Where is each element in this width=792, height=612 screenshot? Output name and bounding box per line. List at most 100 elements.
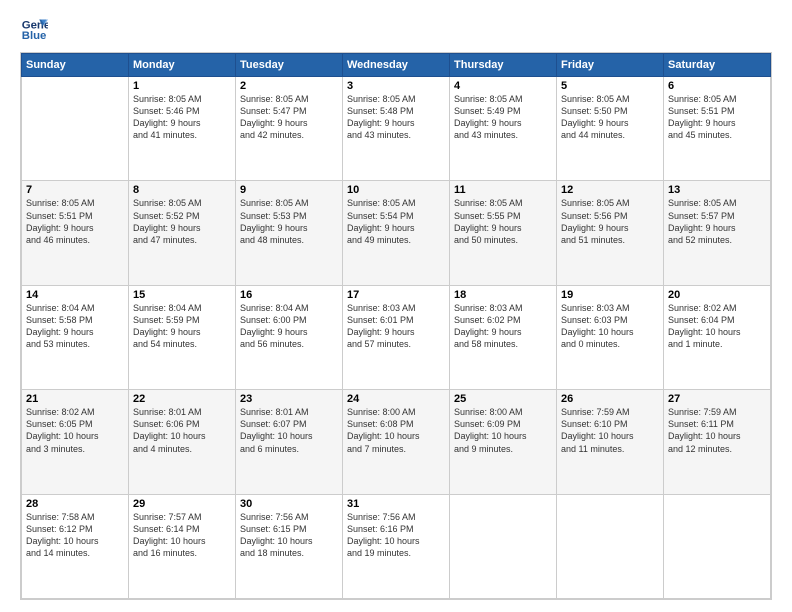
calendar-cell: 13Sunrise: 8:05 AM Sunset: 5:57 PM Dayli… [664,181,771,285]
calendar-cell: 17Sunrise: 8:03 AM Sunset: 6:01 PM Dayli… [343,285,450,389]
day-number: 11 [454,184,552,196]
day-info: Sunrise: 8:05 AM Sunset: 5:57 PM Dayligh… [668,197,766,246]
day-info: Sunrise: 8:04 AM Sunset: 5:58 PM Dayligh… [26,302,124,351]
calendar-cell: 4Sunrise: 8:05 AM Sunset: 5:49 PM Daylig… [450,77,557,181]
calendar: SundayMondayTuesdayWednesdayThursdayFrid… [20,52,772,600]
calendar-cell: 1Sunrise: 8:05 AM Sunset: 5:46 PM Daylig… [129,77,236,181]
day-info: Sunrise: 7:58 AM Sunset: 6:12 PM Dayligh… [26,511,124,560]
day-number: 23 [240,393,338,405]
calendar-cell: 29Sunrise: 7:57 AM Sunset: 6:14 PM Dayli… [129,494,236,598]
day-info: Sunrise: 8:03 AM Sunset: 6:02 PM Dayligh… [454,302,552,351]
day-info: Sunrise: 8:05 AM Sunset: 5:54 PM Dayligh… [347,197,445,246]
day-number: 16 [240,289,338,301]
day-number: 8 [133,184,231,196]
calendar-cell: 18Sunrise: 8:03 AM Sunset: 6:02 PM Dayli… [450,285,557,389]
day-info: Sunrise: 8:03 AM Sunset: 6:03 PM Dayligh… [561,302,659,351]
day-number: 20 [668,289,766,301]
day-info: Sunrise: 7:56 AM Sunset: 6:16 PM Dayligh… [347,511,445,560]
calendar-cell: 28Sunrise: 7:58 AM Sunset: 6:12 PM Dayli… [22,494,129,598]
day-info: Sunrise: 8:00 AM Sunset: 6:08 PM Dayligh… [347,406,445,455]
calendar-cell: 23Sunrise: 8:01 AM Sunset: 6:07 PM Dayli… [236,390,343,494]
day-number: 13 [668,184,766,196]
day-number: 17 [347,289,445,301]
day-number: 22 [133,393,231,405]
calendar-cell: 26Sunrise: 7:59 AM Sunset: 6:10 PM Dayli… [557,390,664,494]
weekday-header-thursday: Thursday [450,54,557,77]
day-info: Sunrise: 8:01 AM Sunset: 6:06 PM Dayligh… [133,406,231,455]
calendar-cell: 10Sunrise: 8:05 AM Sunset: 5:54 PM Dayli… [343,181,450,285]
day-number: 5 [561,80,659,92]
day-number: 26 [561,393,659,405]
day-info: Sunrise: 8:05 AM Sunset: 5:56 PM Dayligh… [561,197,659,246]
day-number: 18 [454,289,552,301]
calendar-cell: 5Sunrise: 8:05 AM Sunset: 5:50 PM Daylig… [557,77,664,181]
calendar-cell: 15Sunrise: 8:04 AM Sunset: 5:59 PM Dayli… [129,285,236,389]
day-info: Sunrise: 8:05 AM Sunset: 5:51 PM Dayligh… [26,197,124,246]
day-info: Sunrise: 7:59 AM Sunset: 6:10 PM Dayligh… [561,406,659,455]
day-info: Sunrise: 8:05 AM Sunset: 5:51 PM Dayligh… [668,93,766,142]
day-number: 21 [26,393,124,405]
day-number: 9 [240,184,338,196]
day-number: 19 [561,289,659,301]
logo: General Blue [20,16,52,44]
day-number: 7 [26,184,124,196]
svg-text:Blue: Blue [22,30,47,42]
weekday-header-sunday: Sunday [22,54,129,77]
day-number: 27 [668,393,766,405]
calendar-cell: 31Sunrise: 7:56 AM Sunset: 6:16 PM Dayli… [343,494,450,598]
calendar-cell: 21Sunrise: 8:02 AM Sunset: 6:05 PM Dayli… [22,390,129,494]
calendar-cell: 8Sunrise: 8:05 AM Sunset: 5:52 PM Daylig… [129,181,236,285]
day-info: Sunrise: 8:05 AM Sunset: 5:53 PM Dayligh… [240,197,338,246]
logo-icon: General Blue [20,16,48,44]
calendar-cell: 16Sunrise: 8:04 AM Sunset: 6:00 PM Dayli… [236,285,343,389]
day-info: Sunrise: 8:05 AM Sunset: 5:46 PM Dayligh… [133,93,231,142]
calendar-cell [664,494,771,598]
day-number: 1 [133,80,231,92]
calendar-cell: 9Sunrise: 8:05 AM Sunset: 5:53 PM Daylig… [236,181,343,285]
weekday-header-friday: Friday [557,54,664,77]
day-number: 24 [347,393,445,405]
day-info: Sunrise: 7:57 AM Sunset: 6:14 PM Dayligh… [133,511,231,560]
day-info: Sunrise: 8:04 AM Sunset: 5:59 PM Dayligh… [133,302,231,351]
calendar-cell: 19Sunrise: 8:03 AM Sunset: 6:03 PM Dayli… [557,285,664,389]
day-number: 30 [240,498,338,510]
day-number: 12 [561,184,659,196]
day-info: Sunrise: 8:05 AM Sunset: 5:49 PM Dayligh… [454,93,552,142]
day-number: 25 [454,393,552,405]
page-header: General Blue [20,16,772,44]
day-info: Sunrise: 8:05 AM Sunset: 5:50 PM Dayligh… [561,93,659,142]
calendar-cell: 25Sunrise: 8:00 AM Sunset: 6:09 PM Dayli… [450,390,557,494]
day-info: Sunrise: 8:05 AM Sunset: 5:52 PM Dayligh… [133,197,231,246]
day-number: 31 [347,498,445,510]
calendar-cell: 14Sunrise: 8:04 AM Sunset: 5:58 PM Dayli… [22,285,129,389]
day-info: Sunrise: 7:56 AM Sunset: 6:15 PM Dayligh… [240,511,338,560]
calendar-cell: 6Sunrise: 8:05 AM Sunset: 5:51 PM Daylig… [664,77,771,181]
day-info: Sunrise: 8:00 AM Sunset: 6:09 PM Dayligh… [454,406,552,455]
calendar-cell: 27Sunrise: 7:59 AM Sunset: 6:11 PM Dayli… [664,390,771,494]
day-info: Sunrise: 8:03 AM Sunset: 6:01 PM Dayligh… [347,302,445,351]
weekday-header-monday: Monday [129,54,236,77]
day-number: 15 [133,289,231,301]
day-info: Sunrise: 7:59 AM Sunset: 6:11 PM Dayligh… [668,406,766,455]
day-number: 14 [26,289,124,301]
calendar-cell: 11Sunrise: 8:05 AM Sunset: 5:55 PM Dayli… [450,181,557,285]
calendar-cell [450,494,557,598]
calendar-cell [22,77,129,181]
day-number: 2 [240,80,338,92]
weekday-header-wednesday: Wednesday [343,54,450,77]
calendar-cell: 2Sunrise: 8:05 AM Sunset: 5:47 PM Daylig… [236,77,343,181]
day-info: Sunrise: 8:05 AM Sunset: 5:48 PM Dayligh… [347,93,445,142]
calendar-cell: 7Sunrise: 8:05 AM Sunset: 5:51 PM Daylig… [22,181,129,285]
day-info: Sunrise: 8:02 AM Sunset: 6:05 PM Dayligh… [26,406,124,455]
day-info: Sunrise: 8:02 AM Sunset: 6:04 PM Dayligh… [668,302,766,351]
day-number: 10 [347,184,445,196]
calendar-cell: 24Sunrise: 8:00 AM Sunset: 6:08 PM Dayli… [343,390,450,494]
day-number: 29 [133,498,231,510]
calendar-cell: 20Sunrise: 8:02 AM Sunset: 6:04 PM Dayli… [664,285,771,389]
calendar-cell: 30Sunrise: 7:56 AM Sunset: 6:15 PM Dayli… [236,494,343,598]
day-info: Sunrise: 8:05 AM Sunset: 5:47 PM Dayligh… [240,93,338,142]
day-number: 4 [454,80,552,92]
calendar-cell [557,494,664,598]
calendar-cell: 22Sunrise: 8:01 AM Sunset: 6:06 PM Dayli… [129,390,236,494]
day-info: Sunrise: 8:04 AM Sunset: 6:00 PM Dayligh… [240,302,338,351]
